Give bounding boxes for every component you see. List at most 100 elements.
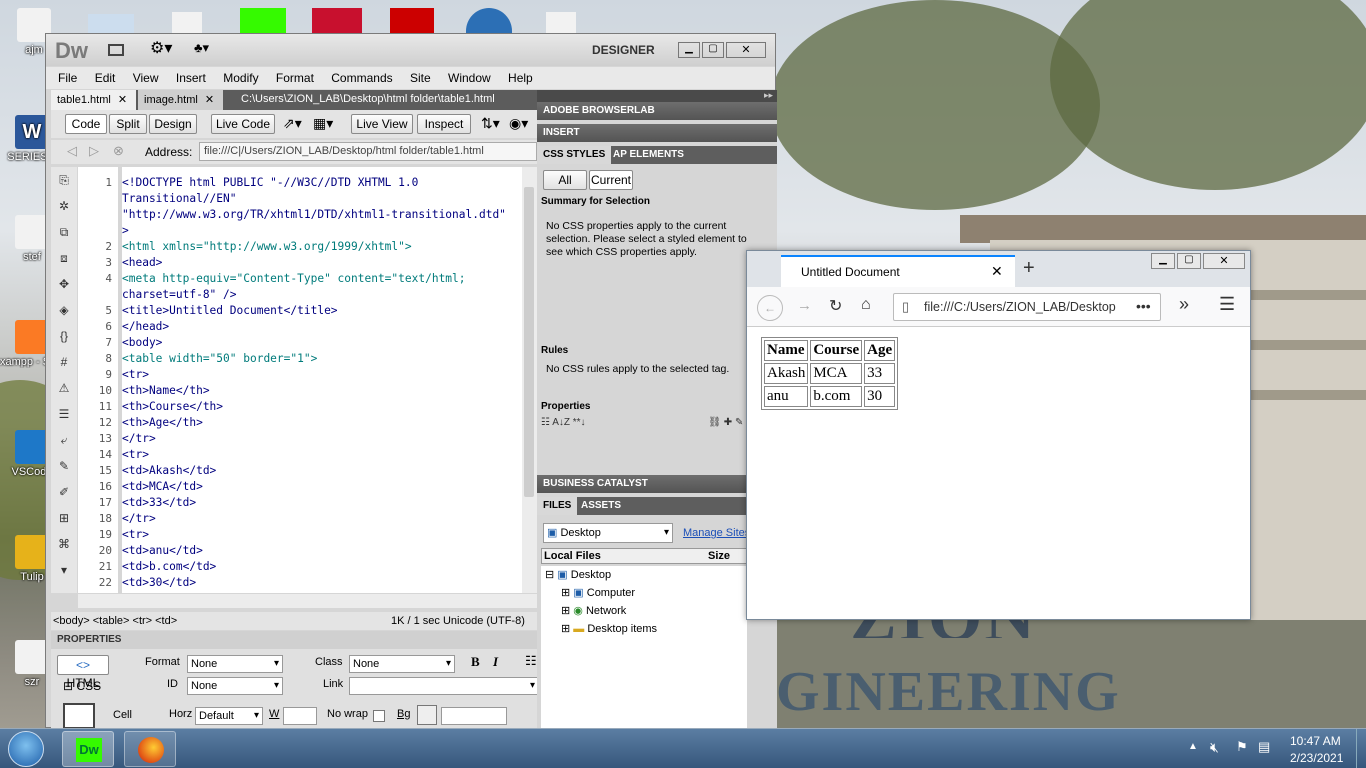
class-select[interactable]: None [349,655,455,673]
expand-icon[interactable]: ⊞ [561,605,570,617]
code-line[interactable]: charset=utf-8" /> [122,287,237,303]
browser-icon[interactable]: ⇗▾ [283,115,302,132]
collapse-selection-icon[interactable]: ⧈ [51,245,77,271]
browserlab-panel-header[interactable]: ADOBE BROWSERLAB [537,102,777,120]
network-icon[interactable]: ▤ [1258,739,1270,755]
panel-collapse-strip[interactable]: ▸▸ [537,90,777,102]
code-line[interactable]: <td>MCA</td> [122,479,203,495]
code-line[interactable]: <td>anu</td> [122,543,203,559]
code-line[interactable]: <table width="50" border="1"> [122,351,317,367]
close-icon[interactable]: ✕ [118,94,127,106]
show-hidden-icons[interactable]: ▲ [1188,741,1198,752]
clock-date[interactable]: 2/23/2021 [1290,751,1343,765]
tag-path[interactable]: <body> <table> <tr> <td> [53,615,177,627]
clock-time[interactable]: 10:47 AM [1290,734,1341,748]
code-line[interactable]: </tr> [122,591,156,593]
code-line[interactable]: "http://www.w3.org/TR/xhtml1/DTD/xhtml1-… [122,207,506,223]
menu-insert[interactable]: Insert [176,67,206,85]
validate-icon[interactable]: ▦▾ [313,115,333,132]
back-icon[interactable]: ◁ [67,143,77,159]
collapse-tag-icon[interactable]: ⧉ [51,219,77,245]
code-line[interactable]: <td>33</td> [122,495,196,511]
code-line[interactable]: </tr> [122,511,156,527]
word-wrap-icon[interactable]: ⤶ [51,427,77,453]
layout-icon[interactable] [108,44,124,56]
size-column[interactable]: Size [708,549,730,563]
desktop-icon-top[interactable] [88,14,134,34]
code-line[interactable]: <html xmlns="http://www.w3.org/1999/xhtm… [122,239,412,255]
menu-commands[interactable]: Commands [331,67,392,85]
live-view-button[interactable]: Live View [351,114,413,134]
bg-color-swatch[interactable] [417,705,437,725]
code-editor[interactable]: <!DOCTYPE html PUBLIC "-//W3C//DTD XHTML… [122,167,568,593]
close-icon[interactable]: ✕ [991,263,1003,280]
tree-item-computer[interactable]: ⊞ ▣ Computer [561,586,635,599]
back-icon[interactable]: ← [757,295,783,321]
tab-ap-elements[interactable]: AP ELEMENTS [607,146,690,164]
inspect-button[interactable]: Inspect [417,114,471,134]
width-input[interactable] [283,707,317,725]
open-documents-icon[interactable]: ⎘ [51,167,77,193]
business-catalyst-panel-header[interactable]: BUSINESS CATALYST [537,475,777,493]
desktop-icon-top[interactable] [546,12,576,34]
dw-maximize-button[interactable]: ▢ [702,42,724,58]
code-line[interactable]: <td>b.com</td> [122,559,216,575]
code-line[interactable]: <td>30</td> [122,575,196,591]
tab-css-styles[interactable]: CSS STYLES [537,146,612,164]
balance-braces-icon[interactable]: {} [51,323,77,349]
url-bar[interactable]: ▯ file:///C:/Users/ZION_LAB/Desktop ••• [893,293,1161,321]
ff-minimize-button[interactable]: ▁ [1151,253,1175,269]
menu-site[interactable]: Site [410,67,431,85]
code-line[interactable]: <th>Name</th> [122,383,210,399]
new-tab-button[interactable]: + [1023,257,1035,280]
menu-edit[interactable]: Edit [95,67,116,85]
horz-select[interactable]: Default [195,707,263,725]
remove-comment-icon[interactable]: ✐ [51,479,77,505]
insert-panel-header[interactable]: INSERT [537,124,777,142]
css-mode-button[interactable]: ⊟ CSS [63,679,101,693]
format-select[interactable]: None [187,655,283,673]
forward-icon[interactable]: ▷ [89,143,99,159]
css-properties-toolbar[interactable]: ☷ A↓Z **↓ ⛓ ✚ ✎ ⊘ [541,417,773,433]
gear-icon[interactable]: ⚙▾ [150,38,172,58]
ff-close-button[interactable]: ✕ [1203,253,1245,269]
dw-minimize-button[interactable]: ▁ [678,42,700,58]
menu-window[interactable]: Window [448,67,491,85]
taskbar-firefox-button[interactable] [124,731,176,767]
code-line[interactable]: Transitional//EN" [122,191,237,207]
ff-maximize-button[interactable]: ▢ [1177,253,1201,269]
site-select[interactable]: ▣ Desktop [543,523,673,543]
code-view-button[interactable]: Code [65,114,107,134]
forward-icon[interactable]: → [797,297,812,314]
expand-icon[interactable]: ⊞ [561,587,570,599]
css-all-button[interactable]: All [543,170,587,190]
globe-icon[interactable]: ◉▾ [509,115,528,132]
code-line[interactable]: > [122,223,129,239]
css-current-button[interactable]: Current [589,170,633,190]
html-mode-button[interactable]: <> HTML [57,655,109,690]
comment-icon[interactable]: ✎ [51,453,77,479]
tree-item-desktop-items[interactable]: ⊞ ▬ Desktop items [561,622,657,635]
code-line[interactable]: <tr> [122,527,149,543]
local-files-column[interactable]: Local Files [544,550,601,562]
close-icon[interactable]: ✕ [205,94,214,106]
page-actions-icon[interactable]: ••• [1136,298,1151,314]
manage-sites-link[interactable]: Manage Sites [683,527,750,539]
line-numbers-icon[interactable]: # [51,349,77,375]
workspace-switcher[interactable]: DESIGNER [592,43,655,57]
reload-icon[interactable]: ↻ [829,296,842,316]
sync-icon[interactable]: ⇅▾ [481,115,500,132]
tab-files[interactable]: FILES [537,497,578,515]
code-hscrollbar[interactable] [78,594,537,608]
tree-item-network[interactable]: ⊞ ◉ Network [561,604,626,617]
dw-close-button[interactable]: ✕ [726,42,766,58]
code-line[interactable]: <title>Untitled Document</title> [122,303,338,319]
tab-assets[interactable]: ASSETS [575,497,627,515]
code-line[interactable]: <th>Course</th> [122,399,223,415]
wrap-tag-icon[interactable]: ⊞ [51,505,77,531]
desktop-icon-top[interactable] [466,8,512,34]
start-button[interactable] [8,731,44,767]
desktop-icon-top[interactable] [240,8,286,34]
recent-snippets-icon[interactable]: ⌘ [51,531,77,557]
doc-tab-image[interactable]: image.html ✕ [138,90,223,110]
